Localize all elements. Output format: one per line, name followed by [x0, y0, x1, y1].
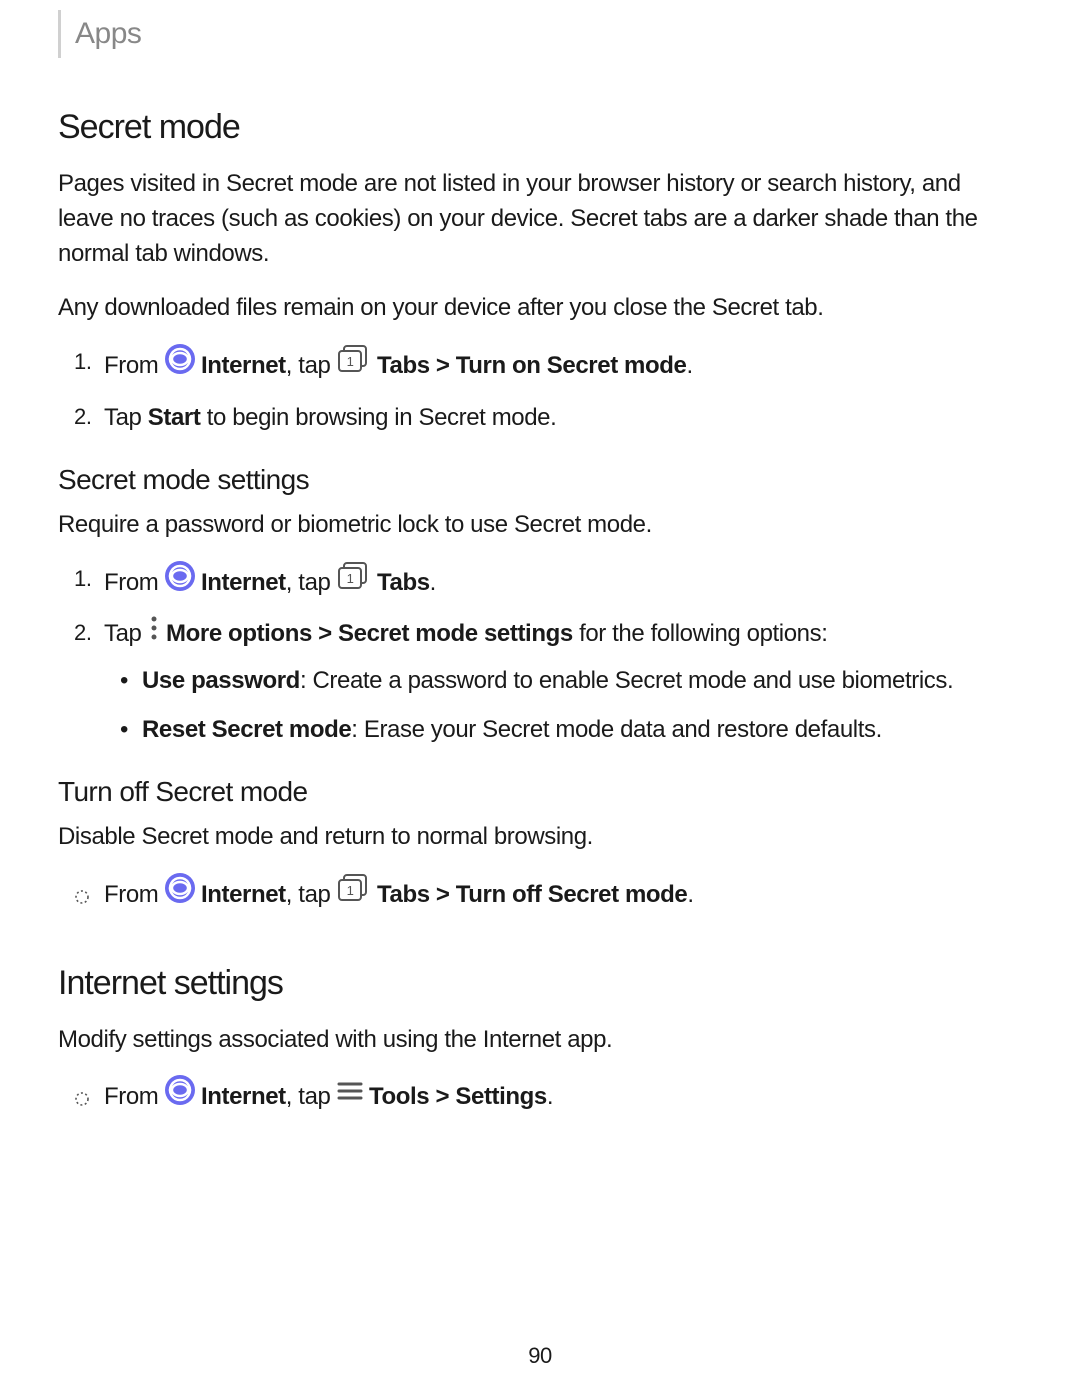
internet-label: Internet	[201, 881, 286, 908]
sms-step-1: From Internet, tap 1 Tabs.	[104, 563, 1022, 604]
tabs-path: Tabs > Turn on Secret mode	[377, 352, 686, 379]
secret-mode-settings-intro: Require a password or biometric lock to …	[58, 508, 1022, 543]
tabs-icon: 1	[337, 345, 371, 384]
text: Tap	[104, 404, 148, 431]
internet-label: Internet	[201, 568, 286, 595]
svg-text:1: 1	[346, 354, 353, 369]
text: , tap	[286, 881, 337, 908]
dotted-circle-icon	[74, 1083, 90, 1118]
secret-mode-step-1: From Internet, tap 1 Tabs > Turn on Secr…	[104, 346, 1022, 387]
option-reset-secret-mode: Reset Secret mode: Erase your Secret mod…	[142, 713, 1022, 748]
tabs-icon: 1	[337, 874, 371, 913]
text: , tap	[286, 1083, 337, 1110]
text: to begin browsing in Secret mode.	[200, 404, 556, 431]
tabs-icon: 1	[337, 562, 371, 601]
option-desc: : Create a password to enable Secret mod…	[300, 667, 953, 694]
text: Tap	[104, 620, 148, 647]
secret-mode-desc-1: Pages visited in Secret mode are not lis…	[58, 167, 1022, 271]
option-label: Reset Secret mode	[142, 716, 351, 743]
heading-secret-mode: Secret mode	[58, 108, 1022, 147]
start-label: Start	[148, 404, 201, 431]
text: From	[104, 881, 165, 908]
option-use-password: Use password: Create a password to enabl…	[142, 664, 1022, 699]
breadcrumb: Apps	[75, 17, 141, 51]
option-label: Use password	[142, 667, 300, 694]
tools-icon	[337, 1078, 363, 1113]
internet-settings-steps: From Internet, tap Tools > Settings.	[58, 1077, 1022, 1118]
secret-mode-settings-steps: From Internet, tap 1 Tabs. Tap More opti…	[58, 563, 1022, 748]
tools-path: Tools > Settings	[369, 1083, 547, 1110]
secret-mode-steps: From Internet, tap 1 Tabs > Turn on Secr…	[58, 346, 1022, 436]
internet-icon	[165, 873, 195, 914]
heading-turn-off-secret-mode: Turn off Secret mode	[58, 776, 1022, 808]
text: From	[104, 1083, 165, 1110]
text: .	[547, 1083, 553, 1110]
sms-step-2: Tap More options > Secret mode settings …	[104, 617, 1022, 748]
secret-mode-desc-2: Any downloaded files remain on your devi…	[58, 291, 1022, 326]
internet-settings-intro: Modify settings associated with using th…	[58, 1023, 1022, 1058]
tabs-path: Tabs > Turn off Secret mode	[377, 881, 687, 908]
internet-icon	[165, 344, 195, 385]
page-header: Apps	[58, 10, 1022, 58]
internet-label: Internet	[201, 1083, 286, 1110]
text: for the following options:	[573, 620, 828, 647]
turn-off-step: From Internet, tap 1 Tabs > Turn off Sec…	[104, 875, 1022, 916]
more-options-path: More options > Secret mode settings	[166, 620, 573, 647]
text: .	[687, 881, 693, 908]
heading-secret-mode-settings: Secret mode settings	[58, 464, 1022, 496]
turn-off-intro: Disable Secret mode and return to normal…	[58, 820, 1022, 855]
text: From	[104, 352, 165, 379]
text: .	[430, 568, 436, 595]
sms-options: Use password: Create a password to enabl…	[104, 664, 1022, 748]
internet-settings-step: From Internet, tap Tools > Settings.	[104, 1077, 1022, 1118]
dotted-circle-icon	[74, 881, 90, 916]
text: , tap	[286, 568, 337, 595]
option-desc: : Erase your Secret mode data and restor…	[351, 716, 882, 743]
more-options-icon	[148, 616, 160, 651]
header-accent-bar	[58, 10, 61, 58]
turn-off-steps: From Internet, tap 1 Tabs > Turn off Sec…	[58, 875, 1022, 916]
internet-icon	[165, 561, 195, 602]
secret-mode-step-2: Tap Start to begin browsing in Secret mo…	[104, 401, 1022, 436]
svg-text:1: 1	[346, 883, 353, 898]
page-number: 90	[0, 1343, 1080, 1369]
text: From	[104, 568, 165, 595]
tabs-label: Tabs	[377, 568, 430, 595]
heading-internet-settings: Internet settings	[58, 964, 1022, 1003]
internet-label: Internet	[201, 352, 286, 379]
text: , tap	[286, 352, 337, 379]
svg-text:1: 1	[346, 571, 353, 586]
internet-icon	[165, 1075, 195, 1116]
text: .	[686, 352, 692, 379]
